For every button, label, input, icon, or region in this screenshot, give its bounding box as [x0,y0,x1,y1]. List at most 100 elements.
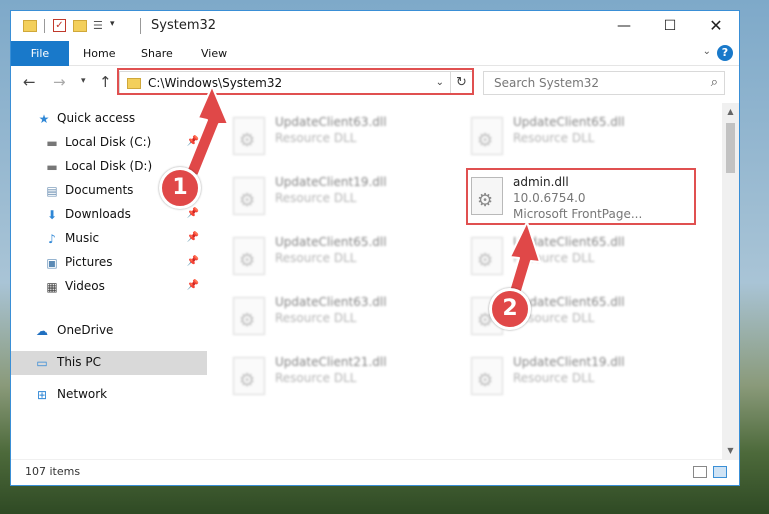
file-item[interactable]: UpdateClient65.dll Resource DLL [219,229,439,283]
pin-icon[interactable]: 📌 [187,280,199,291]
sidebar-item-label: Quick access [57,111,136,125]
file-type: Resource DLL [275,251,357,265]
sidebar-item-local-disk-c[interactable]: ▬ Local Disk (C:) 📌 [11,131,207,155]
tab-share[interactable]: Share [129,41,185,66]
toolbar-divider [44,19,45,33]
file-item[interactable]: UpdateClient63.dll Resource DLL [219,109,439,163]
dll-file-icon [233,297,265,335]
file-item[interactable]: UpdateClient65.dll Resource DLL [457,229,677,283]
sidebar-item-label: This PC [57,355,101,369]
sidebar-item-onedrive[interactable]: ☁ OneDrive [11,319,207,343]
dll-file-icon [233,177,265,215]
address-highlight-box [117,68,474,95]
list-icon[interactable]: ☰ [93,19,106,32]
drive-icon: ▬ [46,160,58,174]
up-arrow-icon[interactable]: ↑ [99,73,112,91]
maximize-button[interactable]: ☐ [647,11,693,41]
scroll-up-icon[interactable]: ▲ [722,103,739,120]
cloud-icon: ☁ [36,324,48,338]
computer-icon: ▭ [36,356,48,370]
file-name: UpdateClient65.dll [513,235,625,249]
recent-locations-chevron-icon[interactable]: ▾ [81,76,86,86]
explorer-window: ✓ ☰ ▾ System32 — ☐ ✕ File Home Share Vie… [10,10,740,486]
search-box[interactable]: Search System32 ⌕ [483,71,725,95]
file-name: UpdateClient65.dll [275,235,387,249]
search-icon: ⌕ [710,75,718,90]
search-input[interactable]: Search System32 [494,76,599,90]
file-highlight-box [466,168,696,225]
file-type: Resource DLL [513,371,595,385]
properties-check-icon[interactable]: ✓ [53,19,66,32]
dll-file-icon [233,357,265,395]
sidebar-item-this-pc[interactable]: ▭ This PC [11,351,207,375]
dll-file-icon [471,117,503,155]
forward-arrow-icon[interactable]: → [53,73,66,91]
tab-file[interactable]: File [11,41,69,66]
file-type: Resource DLL [275,371,357,385]
sidebar-item-label: Documents [65,183,134,197]
folder-icon[interactable] [23,20,37,32]
navigation-pane: ★ Quick access ▬ Local Disk (C:) 📌 ▬ Loc… [11,103,207,459]
help-button[interactable]: ? [717,45,733,61]
sidebar-item-label: Pictures [65,255,113,269]
new-folder-icon[interactable] [73,20,87,32]
file-item[interactable]: UpdateClient19.dll Resource DLL [457,349,677,403]
sidebar-item-network[interactable]: ⊞ Network [11,383,207,407]
pin-icon[interactable]: 📌 [187,232,199,243]
drive-icon: ▬ [46,136,58,150]
file-name: UpdateClient65.dll [513,115,625,129]
sidebar-item-music[interactable]: ♪ Music 📌 [11,227,207,251]
sidebar-item-pictures[interactable]: ▣ Pictures 📌 [11,251,207,275]
file-type: Resource DLL [275,131,357,145]
videos-icon: ▦ [46,280,58,294]
tab-view[interactable]: View [189,41,239,66]
ribbon: File Home Share View ⌄ ? [11,41,739,66]
expand-ribbon-icon[interactable]: ⌄ [703,46,711,57]
sidebar-item-label: Local Disk (C:) [65,135,152,149]
step-1-badge: 1 [159,167,201,209]
file-type: Resource DLL [275,191,357,205]
downloads-icon: ⬇ [46,208,58,222]
vertical-scrollbar[interactable]: ▲ ▼ [722,103,739,459]
sidebar-item-label: Local Disk (D:) [65,159,153,173]
file-item[interactable]: UpdateClient63.dll Resource DLL [219,289,439,343]
close-button[interactable]: ✕ [693,11,739,41]
star-icon: ★ [38,112,50,126]
minimize-button[interactable]: — [601,11,647,41]
file-item[interactable]: UpdateClient65.dll Resource DLL [457,109,677,163]
sidebar-item-label: Network [57,387,108,401]
pin-icon[interactable]: 📌 [187,136,199,147]
sidebar-item-label: Music [65,231,100,245]
sidebar-item-videos[interactable]: ▦ Videos 📌 [11,275,207,299]
toolbar-divider [140,18,141,34]
file-item[interactable]: UpdateClient19.dll Resource DLL [219,169,439,223]
details-view-icon[interactable] [693,466,707,478]
file-name: UpdateClient63.dll [275,295,387,309]
file-name: UpdateClient63.dll [275,115,387,129]
network-icon: ⊞ [36,388,48,402]
file-name: UpdateClient19.dll [513,355,625,369]
dll-file-icon [471,237,503,275]
dll-file-icon [233,237,265,275]
customize-dropdown-icon[interactable]: ▾ [110,19,115,35]
documents-icon: ▤ [46,184,58,198]
scrollbar-thumb[interactable] [726,123,735,173]
sidebar-item-label: Videos [65,279,105,293]
scroll-down-icon[interactable]: ▼ [722,442,739,459]
back-arrow-icon[interactable]: ← [23,73,36,91]
status-bar: 107 items [11,459,739,485]
large-icons-view-icon[interactable] [713,466,727,478]
pictures-icon: ▣ [46,256,58,270]
file-name: UpdateClient19.dll [275,175,387,189]
tab-home[interactable]: Home [71,41,127,66]
pin-icon[interactable]: 📌 [187,256,199,267]
file-item[interactable]: UpdateClient21.dll Resource DLL [219,349,439,403]
title-bar: ✓ ☰ ▾ System32 — ☐ ✕ [11,11,739,41]
sidebar-item-label: Downloads [65,207,131,221]
file-list: UpdateClient63.dll Resource DLL UpdateCl… [219,103,719,459]
file-type: Resource DLL [513,131,595,145]
sidebar-item-quick-access[interactable]: ★ Quick access [11,107,207,131]
step-2-badge: 2 [489,288,531,330]
pin-icon[interactable]: 📌 [187,208,199,219]
music-icon: ♪ [48,232,56,246]
